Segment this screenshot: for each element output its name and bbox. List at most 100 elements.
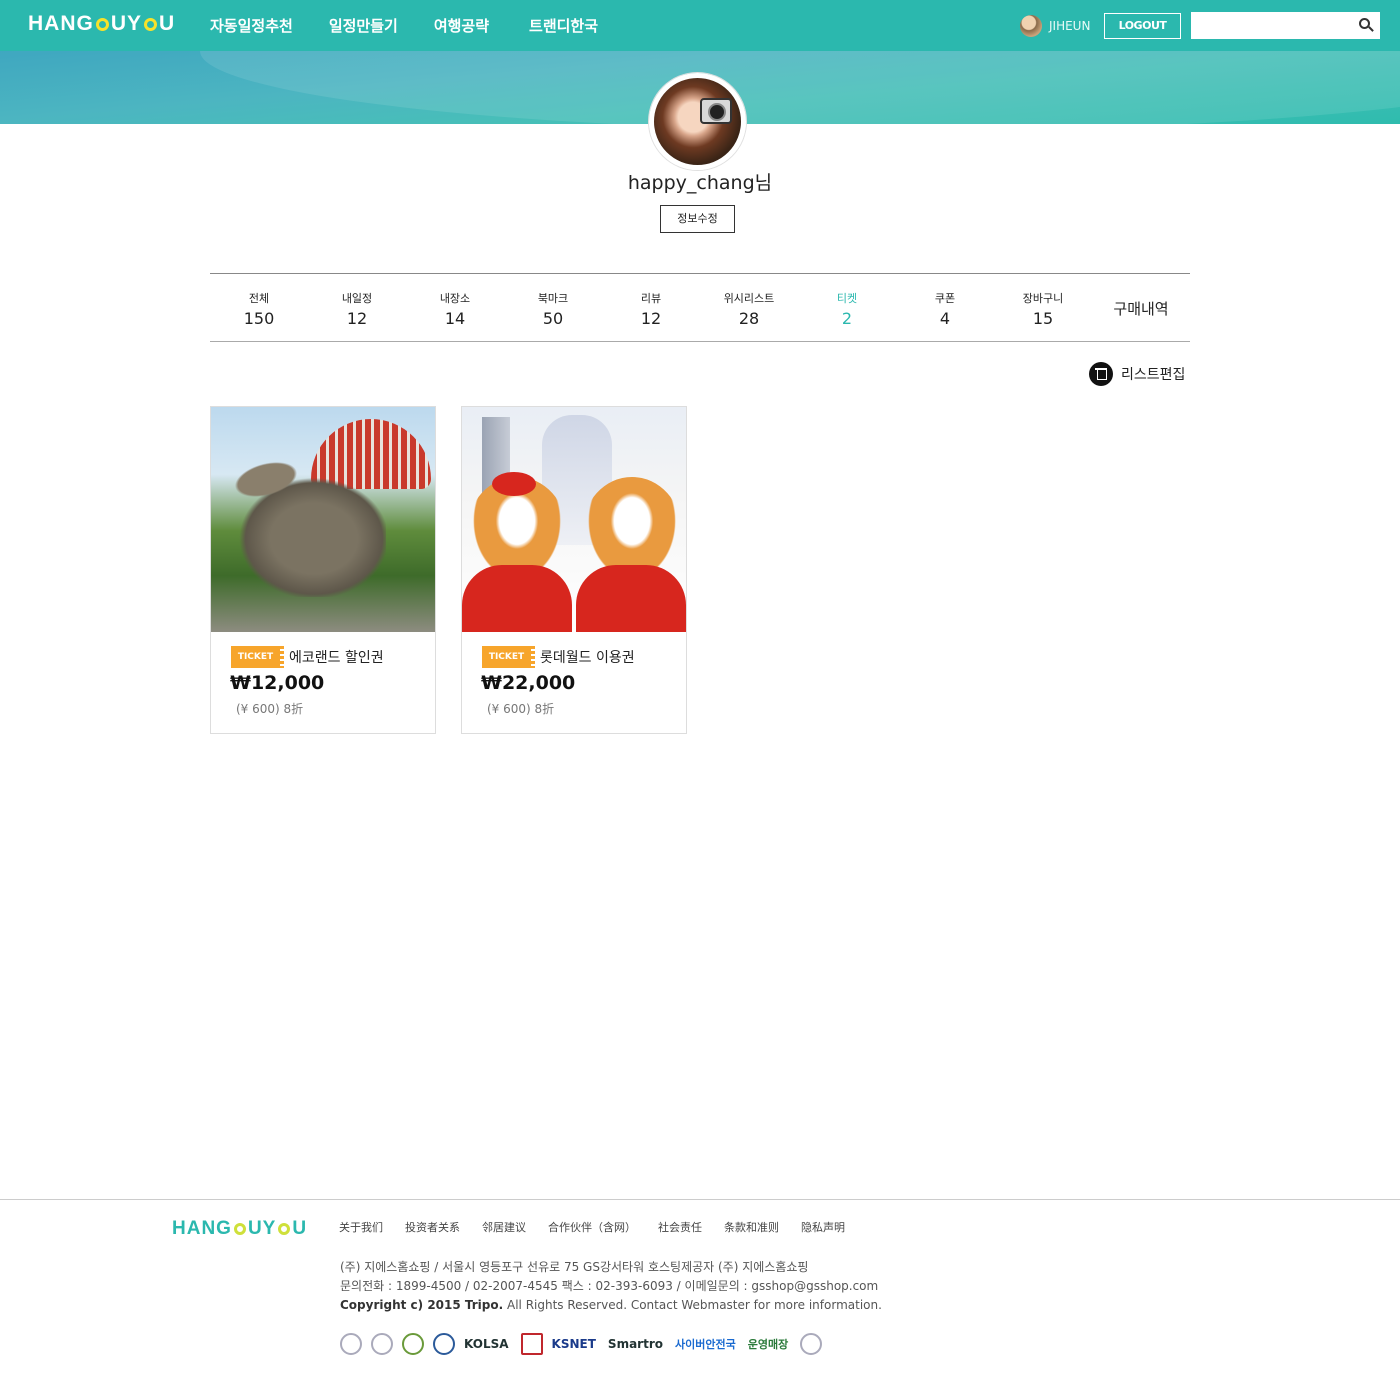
tab-count: 28 [738, 309, 760, 328]
company-info: (주) 지에스홈쇼핑 / 서울시 영등포구 선유로 75 GS강서타워 호스팅제… [340, 1258, 882, 1315]
tab-count: 50 [542, 309, 564, 328]
list-edit-button[interactable]: 리스트편집 [1089, 362, 1185, 386]
tab-count: 150 [243, 309, 275, 328]
footer-logo-text-c: U [292, 1218, 308, 1239]
logo-o-icon [95, 17, 109, 31]
tab-count: 12 [346, 309, 368, 328]
footer-logo-text-a: HANG [172, 1218, 232, 1239]
tab-bookmark[interactable]: 북마크 50 [504, 274, 602, 342]
cert-badge-icon [402, 1333, 424, 1355]
tab-label: 쿠폰 [934, 292, 956, 305]
footer-link[interactable]: 合作伙伴（含网） [548, 1219, 636, 1235]
tab-ticket[interactable]: 티켓 2 [798, 274, 896, 342]
copyright-bold: Copyright c) 2015 Tripo. [340, 1298, 504, 1312]
footer-link[interactable]: 隐私声明 [801, 1219, 845, 1235]
search-input[interactable] [1191, 12, 1380, 39]
logo-text-a: HANG [28, 12, 94, 35]
copyright: Copyright c) 2015 Tripo. All Rights Rese… [340, 1296, 882, 1315]
tab-label: 리뷰 [640, 292, 662, 305]
tab-review[interactable]: 리뷰 12 [602, 274, 700, 342]
costume-shape [576, 565, 686, 632]
ksnet-badge: KSNET [551, 1337, 596, 1351]
kolsa-badge: KOLSA [464, 1337, 509, 1351]
tab-count: 15 [1032, 309, 1054, 328]
footer-logo-text-b: UY [247, 1218, 277, 1239]
tab-purchase-history[interactable]: 구매내역 [1092, 274, 1190, 342]
company-contact: 문의전화 : 1899-4500 / 02-2007-4545 팩스 : 02-… [340, 1279, 879, 1293]
tab-count: 4 [939, 309, 951, 328]
site-logo[interactable]: HANG UY U [28, 12, 175, 36]
profile-avatar [649, 73, 746, 170]
logo-o-icon [278, 1223, 291, 1235]
ticket-price: ₩22,000 [481, 672, 576, 694]
cyber-safety-badge: 사이버안전국 [674, 1338, 736, 1351]
edit-profile-button[interactable]: 정보수정 [660, 205, 735, 233]
ticket-image[interactable] [211, 407, 435, 632]
footer-link[interactable]: 邻居建议 [482, 1219, 526, 1235]
list-edit-label: 리스트편집 [1121, 367, 1186, 383]
footer-link[interactable]: 投资者关系 [405, 1219, 460, 1235]
mypage-tabs: 전체 150 내일정 12 내장소 14 북마크 50 리뷰 12 위시리스트 28 티켓 2… [210, 273, 1190, 342]
search-icon[interactable] [1359, 18, 1370, 29]
camera-icon [700, 98, 732, 124]
logo-text-b: UY [110, 12, 143, 35]
ticket-image[interactable] [462, 407, 686, 632]
store-badge: 운영매장 [747, 1338, 789, 1351]
footer-logo[interactable]: HANG UY U [172, 1218, 307, 1240]
ticket-card[interactable]: TICKET 에코랜드 할인권 ₩12,000 (¥ 600) 8折 [210, 406, 436, 734]
tab-label: 위시리스트 [723, 292, 775, 305]
tab-coupon[interactable]: 쿠폰 4 [896, 274, 994, 342]
tab-cart[interactable]: 장바구니 15 [994, 274, 1092, 342]
cert-badge-icon [433, 1333, 455, 1355]
footer-links: 关于我们 投资者关系 邻居建议 合作伙伴（含网） 社会责任 条款和准则 隐私声明 [339, 1219, 867, 1235]
ticket-card[interactable]: TICKET 롯데월드 이용권 ₩22,000 (¥ 600) 8折 [461, 406, 687, 734]
site-footer: HANG UY U 关于我们 投资者关系 邻居建议 合作伙伴（含网） 社会责任 条款… [0, 1199, 1400, 1400]
tab-label: 전체 [248, 292, 270, 305]
nav-item-auto-recommend[interactable]: 자동일정추천 [210, 15, 293, 36]
cert-badge-icon [371, 1333, 393, 1355]
tab-label: 북마크 [537, 292, 569, 305]
ticket-sub-price: (¥ 600) 8折 [487, 702, 555, 716]
tab-all[interactable]: 전체 150 [210, 274, 308, 342]
tab-count: 2 [841, 309, 853, 328]
copyright-text: All Rights Reserved. Contact Webmaster f… [503, 1298, 882, 1312]
footer-link[interactable]: 关于我们 [339, 1219, 383, 1235]
main-nav: 자동일정추천 일정만들기 여행공략 트랜디한국 [210, 15, 634, 36]
tab-label: 내일정 [341, 292, 373, 305]
logout-button[interactable]: LOGOUT [1104, 13, 1181, 39]
trash-icon [1089, 362, 1113, 386]
top-nav-bar: HANG UY U 자동일정추천 일정만들기 여행공략 트랜디한국 JIHEUN L… [0, 0, 1400, 51]
footer-link[interactable]: 条款和准则 [724, 1219, 779, 1235]
ticket-tag: TICKET [231, 646, 284, 668]
bow-shape [492, 472, 536, 496]
tab-count: 12 [640, 309, 662, 328]
user-name: JIHEUN [1049, 19, 1091, 33]
tab-label: 내장소 [439, 292, 471, 305]
nav-item-create-schedule[interactable]: 일정만들기 [329, 15, 398, 36]
ticket-title[interactable]: 롯데월드 이용권 [540, 647, 635, 667]
nav-item-travel-guide[interactable]: 여행공략 [434, 15, 489, 36]
cert-badge-icon [520, 1333, 543, 1355]
ticket-title[interactable]: 에코랜드 할인권 [289, 647, 384, 667]
tab-wishlist[interactable]: 위시리스트 28 [700, 274, 798, 342]
ticket-price: ₩12,000 [230, 672, 325, 694]
ticket-tag: TICKET [482, 646, 535, 668]
ticket-sub-price: (¥ 600) 8折 [236, 702, 304, 716]
cert-badge-icon [800, 1333, 823, 1355]
tab-label: 구매내역 [1113, 300, 1169, 318]
ccm-badge-icon [340, 1333, 362, 1355]
tab-my-schedule[interactable]: 내일정 12 [308, 274, 406, 342]
footer-link[interactable]: 社会责任 [658, 1219, 702, 1235]
costume-shape [462, 565, 572, 632]
smartro-badge: Smartro [607, 1337, 663, 1351]
logo-o-icon [233, 1223, 246, 1235]
tab-my-places[interactable]: 내장소 14 [406, 274, 504, 342]
tab-label: 장바구니 [1022, 292, 1064, 305]
user-menu[interactable]: JIHEUN [1020, 15, 1090, 37]
nav-item-trendy-korea[interactable]: 트랜디한국 [529, 15, 598, 36]
profile-username: happy_chang님 [627, 172, 773, 194]
tab-count: 14 [444, 309, 466, 328]
company-address: (주) 지에스홈쇼핑 / 서울시 영등포구 선유로 75 GS강서타워 호스팅제… [340, 1260, 809, 1274]
logo-o-icon [144, 17, 158, 31]
logo-text-c: U [159, 12, 176, 35]
